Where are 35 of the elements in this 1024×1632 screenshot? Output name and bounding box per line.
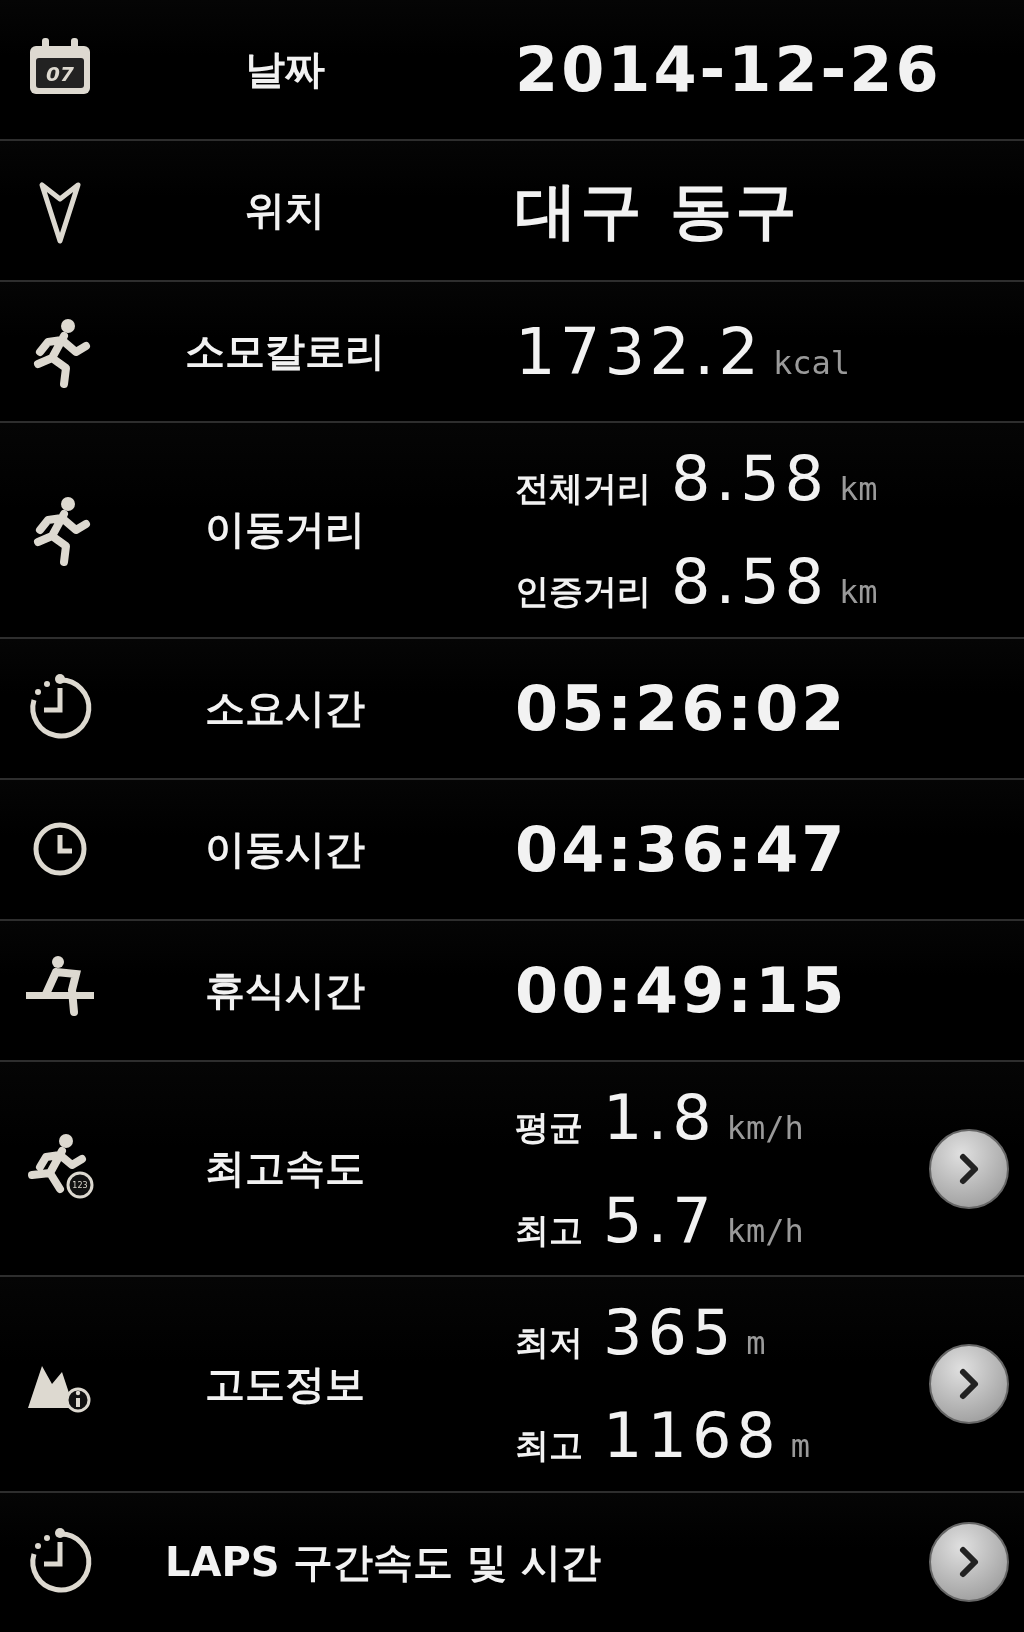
value-text: 1732.2 <box>515 314 763 389</box>
value-text: 대구 동구 <box>515 172 800 249</box>
row-label: 휴식시간 <box>204 965 366 1015</box>
row-label: 소요시간 <box>204 683 366 733</box>
row-label: 최고속도 <box>204 1144 366 1194</box>
unit-text: m <box>790 1427 811 1466</box>
unit-text: km/h <box>726 1108 804 1147</box>
value-text: 8.58 <box>671 544 830 618</box>
laps-link[interactable]: LAPS 구간속도 및 시간 <box>120 1534 914 1590</box>
value-text: 05:26:02 <box>515 671 848 745</box>
unit-text: km <box>839 469 878 508</box>
sub-label: 평균 <box>515 1105 583 1149</box>
sub-label: 인증거리 <box>515 569 651 613</box>
sub-label: 전체거리 <box>515 466 651 510</box>
value-text: 1168 <box>603 1399 781 1473</box>
sub-label: 최저 <box>515 1321 583 1365</box>
unit-text: m <box>746 1324 766 1363</box>
value-text: 00:49:15 <box>515 953 848 1027</box>
row-label: 날짜 <box>244 45 326 94</box>
value-text: 1.8 <box>603 1080 717 1154</box>
unit-text: km/h <box>726 1211 804 1250</box>
unit-text: km <box>839 572 878 611</box>
row-label: 이동거리 <box>204 505 366 555</box>
value-text: 2014-12-26 <box>515 33 942 106</box>
sub-label: 최고 <box>515 1208 583 1252</box>
unit-text: kcal <box>772 343 850 382</box>
sub-label: 최고 <box>515 1424 583 1468</box>
value-text: 8.58 <box>671 441 830 515</box>
row-label: 고도정보 <box>204 1359 366 1409</box>
row-label: 이동시간 <box>204 824 366 874</box>
value-text: 365 <box>603 1296 737 1370</box>
value-text: 04:36:47 <box>515 812 848 886</box>
row-label: 소모칼로리 <box>184 327 386 377</box>
row-label: 위치 <box>244 186 326 236</box>
value-text: 5.7 <box>603 1183 717 1257</box>
